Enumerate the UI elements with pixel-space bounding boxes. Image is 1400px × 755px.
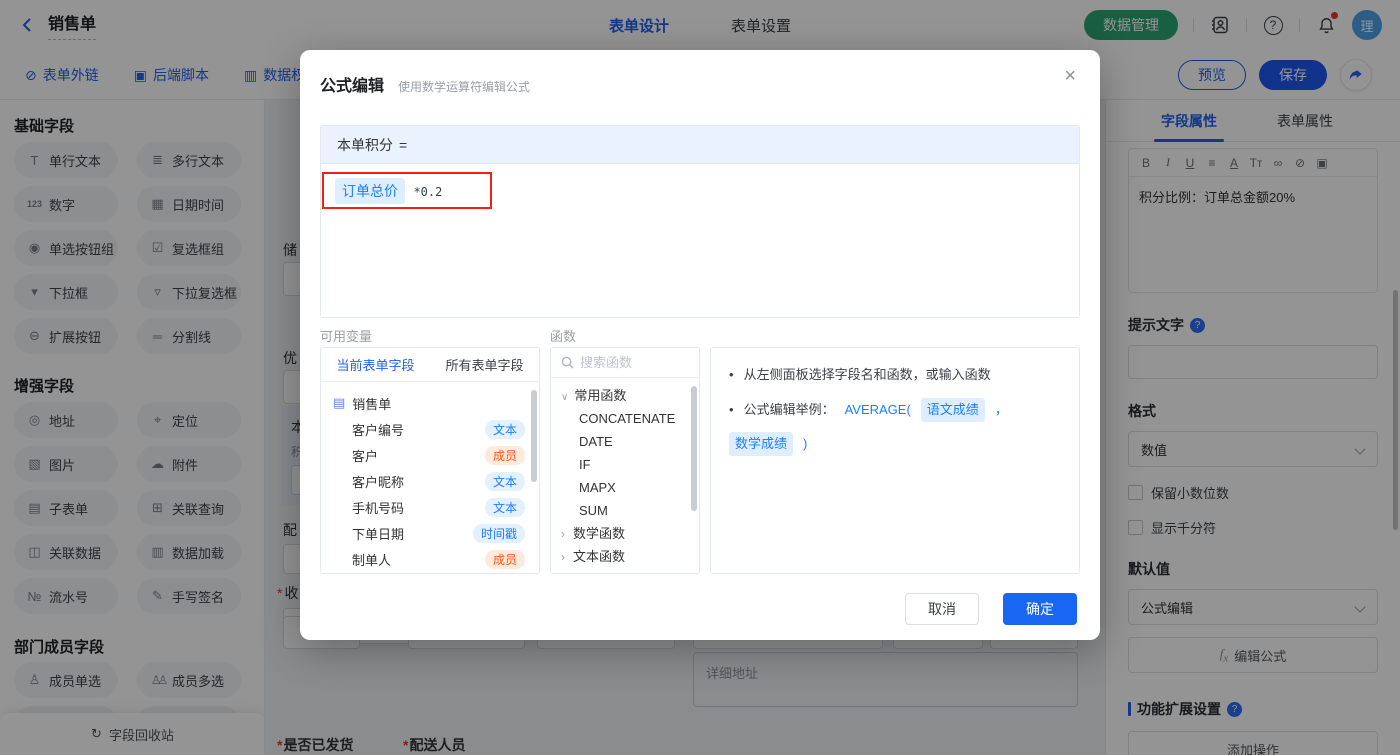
variables-section-label: 可用变量: [320, 329, 373, 344]
variables-panel: 当前表单字段 所有表单字段 ▤ 销售单 客户编号 文本 客户 成员 客户昵称 文本: [320, 347, 540, 574]
form-tree-root[interactable]: ▤ 销售单: [321, 390, 539, 416]
function-search[interactable]: [551, 348, 699, 378]
field-type-badge: 成员: [484, 549, 525, 569]
function-item[interactable]: 文本函数: [551, 545, 699, 568]
tips-panel: 从左侧面板选择字段名和函数，或输入函数 公式编辑举例：AVERAGE( 语文成绩…: [710, 347, 1080, 574]
function-item[interactable]: DATE: [551, 430, 699, 453]
function-item[interactable]: SUM: [551, 499, 699, 522]
field-type-badge: 成员: [484, 445, 525, 465]
function-item[interactable]: IF: [551, 453, 699, 476]
variable-field-row[interactable]: 制单人 成员: [321, 546, 539, 572]
close-icon[interactable]: ×: [1064, 66, 1076, 86]
function-item[interactable]: CONCATENATE: [551, 407, 699, 430]
formula-target-bar: 本单积分 =: [321, 126, 1079, 164]
formula-editor-modal: 公式编辑 使用数学运算符编辑公式 × 本单积分 = 订单总价 *0.2 可用变量…: [300, 50, 1100, 640]
formula-input-area[interactable]: 订单总价 *0.2: [321, 164, 1079, 317]
variable-field-row[interactable]: 客户 成员: [321, 442, 539, 468]
variable-field-row[interactable]: 下单日期 时间戳: [321, 520, 539, 546]
variable-field-row[interactable]: 客户昵称 文本: [321, 468, 539, 494]
confirm-button[interactable]: 确定: [1003, 593, 1077, 625]
example-field-chip: 数学成绩: [729, 432, 794, 456]
field-type-badge: 文本: [484, 471, 525, 491]
scrollbar-thumb[interactable]: [531, 390, 537, 482]
scrollbar-thumb[interactable]: [691, 386, 697, 511]
formula-editor-area: 本单积分 = 订单总价 *0.2: [320, 125, 1080, 318]
function-item[interactable]: MAPX: [551, 476, 699, 499]
tip-line-2: 公式编辑举例：AVERAGE( 语文成绩， 数学成绩): [729, 398, 1061, 456]
function-item[interactable]: 常用函数: [551, 384, 699, 407]
form-doc-icon: ▤: [333, 395, 346, 410]
modal-title: 公式编辑: [320, 78, 385, 95]
variable-field-row[interactable]: 手机号码 文本: [321, 494, 539, 520]
formula-expression: *0.2: [413, 185, 443, 199]
cancel-button[interactable]: 取消: [905, 593, 979, 625]
search-icon: [561, 356, 574, 369]
variables-tab[interactable]: 所有表单字段: [430, 348, 539, 381]
app-window: 销售单 表单设计 表单设置 数据管理 ? 理 ⊘ 表单外链 ▣ 后端脚本 ▥ 数…: [0, 0, 1400, 755]
functions-panel: 常用函数CONCATENATEDATEIFMAPXSUM数学函数文本函数: [550, 347, 700, 574]
tip-line-1: 从左侧面板选择字段名和函数，或输入函数: [729, 364, 1061, 386]
field-type-badge: 时间戳: [472, 523, 525, 543]
functions-section-label: 函数: [550, 329, 577, 344]
field-token-chip[interactable]: 订单总价: [335, 178, 405, 204]
field-type-badge: 文本: [484, 497, 525, 517]
modal-subtitle: 使用数学运算符编辑公式: [398, 80, 531, 94]
variables-tab[interactable]: 当前表单字段: [321, 348, 430, 381]
field-type-badge: 文本: [484, 419, 525, 439]
function-search-input[interactable]: [580, 355, 680, 370]
example-field-chip: 语文成绩: [920, 398, 985, 422]
function-item[interactable]: 数学函数: [551, 522, 699, 545]
variable-field-row[interactable]: 客户编号 文本: [321, 416, 539, 442]
